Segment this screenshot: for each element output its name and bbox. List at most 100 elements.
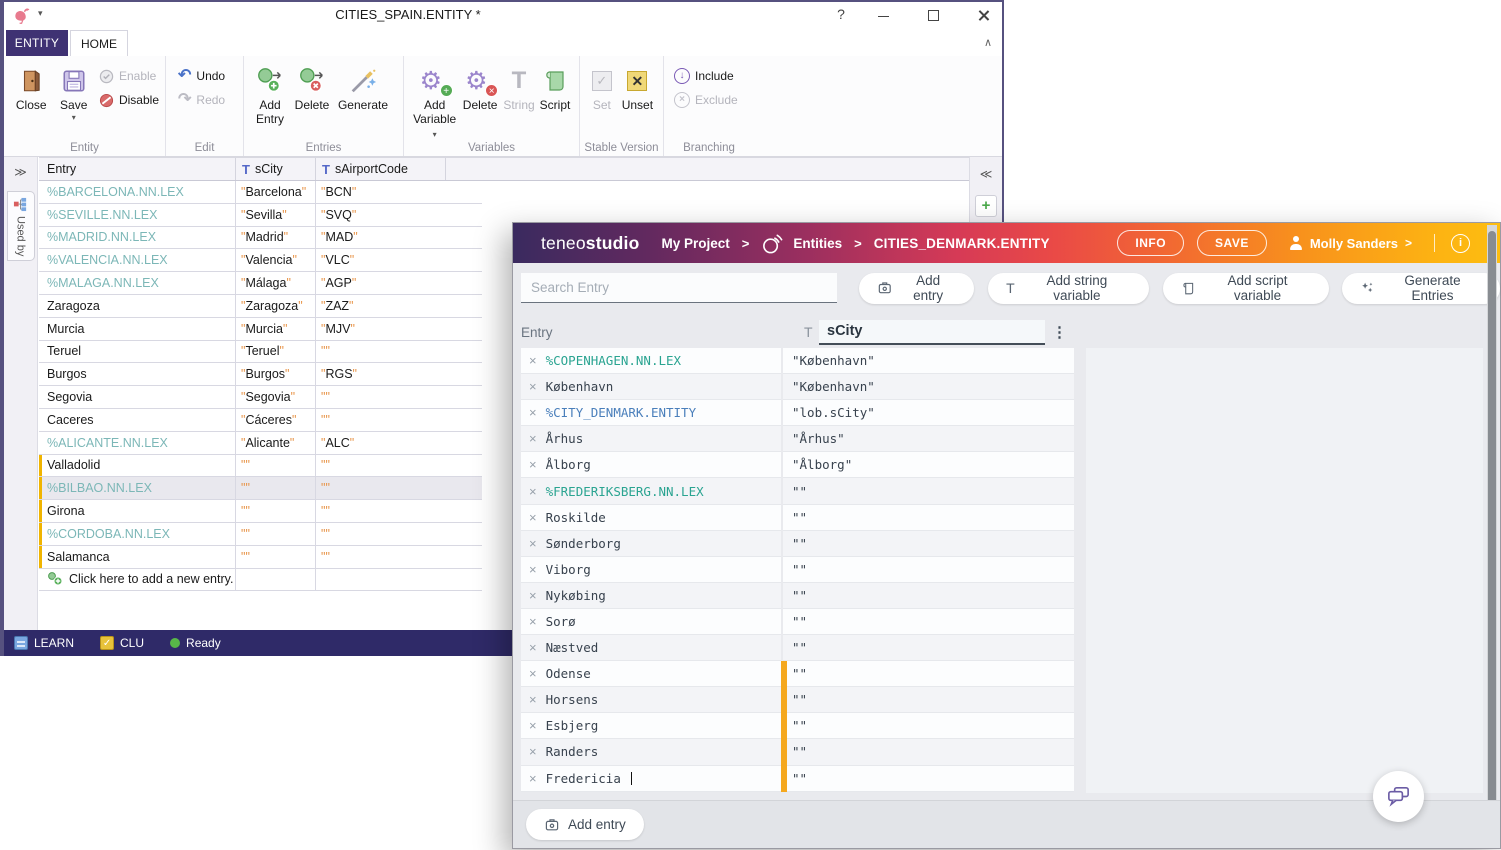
maximize-button[interactable]	[916, 6, 950, 26]
table-row[interactable]: ×%FREDERIKSBERG.NN.LEX	[521, 478, 1074, 504]
table-row[interactable]: Girona	[39, 500, 482, 523]
table-row-modified[interactable]: ×Odense	[521, 661, 1074, 687]
entry-cell[interactable]: ×Sønderborg	[521, 531, 781, 557]
ribbon-collapse-icon[interactable]: ∧	[984, 36, 992, 49]
value-cell[interactable]: lob.sCity	[783, 400, 1074, 426]
add-entry-row[interactable]: Click here to add a new entry.	[39, 569, 482, 592]
entry-cell[interactable]: %BILBAO.NN.LEX	[39, 477, 235, 499]
undo-button[interactable]: ↶ Undo	[178, 67, 225, 85]
add-string-variable-button[interactable]: T Add string variable	[988, 273, 1149, 304]
table-row[interactable]: %BARCELONA.NN.LEX Barcelona BCN	[39, 181, 482, 204]
airport-cell[interactable]	[315, 341, 445, 363]
delete-entry-icon[interactable]: ×	[529, 588, 537, 603]
airport-cell[interactable]: VLC	[315, 249, 445, 271]
table-row[interactable]: Caceres Cáceres	[39, 409, 482, 432]
table-row[interactable]: %SEVILLE.NN.LEX Sevilla SVQ	[39, 204, 482, 227]
delete-entry-icon[interactable]: ×	[529, 510, 537, 525]
script-variable-button[interactable]: Script	[537, 61, 573, 113]
help-button[interactable]: ?	[824, 6, 858, 26]
value-cell[interactable]: Århus	[783, 426, 1074, 452]
scity-cell[interactable]: Málaga	[235, 272, 315, 294]
entry-cell[interactable]: ×København	[521, 374, 781, 400]
scity-cell[interactable]: Cáceres	[235, 409, 315, 431]
save-button[interactable]: SAVE	[1197, 230, 1267, 256]
value-cell[interactable]	[783, 766, 1074, 792]
add-entry-button[interactable]: AddEntry	[250, 61, 290, 127]
table-row[interactable]: ×Århus Århus	[521, 426, 1074, 452]
column-menu-kebab-icon[interactable]: ⋮	[1052, 323, 1067, 341]
airport-cell[interactable]	[315, 477, 445, 499]
airport-cell[interactable]	[315, 546, 445, 568]
entry-cell[interactable]: ×Fredericia	[521, 766, 781, 792]
value-cell[interactable]: Ålborg	[783, 452, 1074, 478]
entry-cell[interactable]: Teruel	[39, 341, 235, 363]
value-cell[interactable]	[783, 713, 1074, 739]
vertical-scrollbar[interactable]	[1487, 225, 1497, 846]
used-by-tab[interactable]: Used by	[7, 191, 35, 261]
entry-cell[interactable]: ×%FREDERIKSBERG.NN.LEX	[521, 478, 781, 504]
table-row[interactable]: Valladolid	[39, 455, 482, 478]
entry-cell[interactable]: ×Odense	[521, 661, 781, 687]
delete-entry-icon[interactable]: ×	[529, 640, 537, 655]
scity-cell[interactable]	[235, 569, 315, 591]
user-menu[interactable]: Molly Sanders >	[1289, 236, 1412, 251]
unset-stable-button[interactable]: ✕ Unset	[618, 61, 657, 113]
status-learn[interactable]: LEARN	[14, 636, 74, 650]
value-cell[interactable]	[783, 583, 1074, 609]
airport-cell[interactable]	[315, 523, 445, 545]
airport-cell[interactable]	[315, 409, 445, 431]
entry-cell[interactable]: %CORDOBA.NN.LEX	[39, 523, 235, 545]
delete-entry-icon[interactable]: ×	[529, 666, 537, 681]
add-entry-button[interactable]: Add entry	[859, 273, 975, 304]
airport-cell[interactable]: ALC	[315, 432, 445, 454]
airport-cell[interactable]: SVQ	[315, 204, 445, 226]
variable-name-input[interactable]	[819, 320, 1045, 345]
tab-home[interactable]: HOME	[70, 30, 128, 57]
entry-cell[interactable]: ×Roskilde	[521, 505, 781, 531]
value-cell[interactable]	[783, 478, 1074, 504]
generate-entries-button[interactable]: Generate Entries	[1342, 273, 1500, 304]
table-row[interactable]: Segovia Segovia	[39, 386, 482, 409]
add-script-variable-button[interactable]: Add script variable	[1163, 273, 1329, 304]
breadcrumb-entities[interactable]: Entities	[793, 236, 842, 251]
delete-entry-icon[interactable]: ×	[529, 457, 537, 472]
value-cell[interactable]	[783, 739, 1074, 765]
delete-variable-button[interactable]: ⚙× Delete	[459, 61, 501, 113]
value-cell[interactable]	[783, 557, 1074, 583]
scity-cell[interactable]: Madrid	[235, 227, 315, 249]
entry-cell[interactable]: ×Randers	[521, 739, 781, 765]
scity-cell[interactable]	[235, 455, 315, 477]
add-entry-cell[interactable]: Click here to add a new entry.	[39, 569, 235, 591]
scity-cell[interactable]: Alicante	[235, 432, 315, 454]
scity-cell[interactable]	[235, 546, 315, 568]
include-button[interactable]: ↓ Include	[674, 67, 738, 85]
entry-cell[interactable]: %ALICANTE.NN.LEX	[39, 432, 235, 454]
info-circle-icon[interactable]: i	[1451, 234, 1470, 253]
entry-cell[interactable]: %MADRID.NN.LEX	[39, 227, 235, 249]
save-button[interactable]: Save ▾	[52, 61, 94, 122]
disable-button[interactable]: Disable	[99, 91, 159, 109]
table-row[interactable]: Teruel Teruel	[39, 341, 482, 364]
table-row[interactable]: %VALENCIA.NN.LEX Valencia VLC	[39, 249, 482, 272]
entry-cell[interactable]: ×%CITY_DENMARK.ENTITY	[521, 400, 781, 426]
breadcrumb-project[interactable]: My Project	[662, 236, 730, 251]
airport-cell[interactable]: MAD	[315, 227, 445, 249]
scity-cell[interactable]: Valencia	[235, 249, 315, 271]
entry-cell[interactable]: Segovia	[39, 386, 235, 408]
table-row[interactable]: ×København København	[521, 374, 1074, 400]
airport-cell[interactable]: RGS	[315, 363, 445, 385]
scity-cell[interactable]	[235, 500, 315, 522]
scity-cell[interactable]	[235, 523, 315, 545]
status-clu[interactable]: ✓CLU	[100, 636, 144, 650]
airport-cell[interactable]: ZAZ	[315, 295, 445, 317]
column-header-scity[interactable]: TsCity	[235, 158, 315, 180]
tab-entity[interactable]: ENTITY	[6, 30, 68, 56]
airport-cell[interactable]: MJV	[315, 318, 445, 340]
table-row[interactable]: %MADRID.NN.LEX Madrid MAD	[39, 227, 482, 250]
delete-entry-icon[interactable]: ×	[529, 562, 537, 577]
scity-cell[interactable]: Murcia	[235, 318, 315, 340]
table-row[interactable]: ×Sorø	[521, 609, 1074, 635]
delete-entry-button[interactable]: Delete	[290, 61, 334, 113]
table-row[interactable]: Burgos Burgos RGS	[39, 363, 482, 386]
table-row-modified[interactable]: ×Esbjerg	[521, 713, 1074, 739]
